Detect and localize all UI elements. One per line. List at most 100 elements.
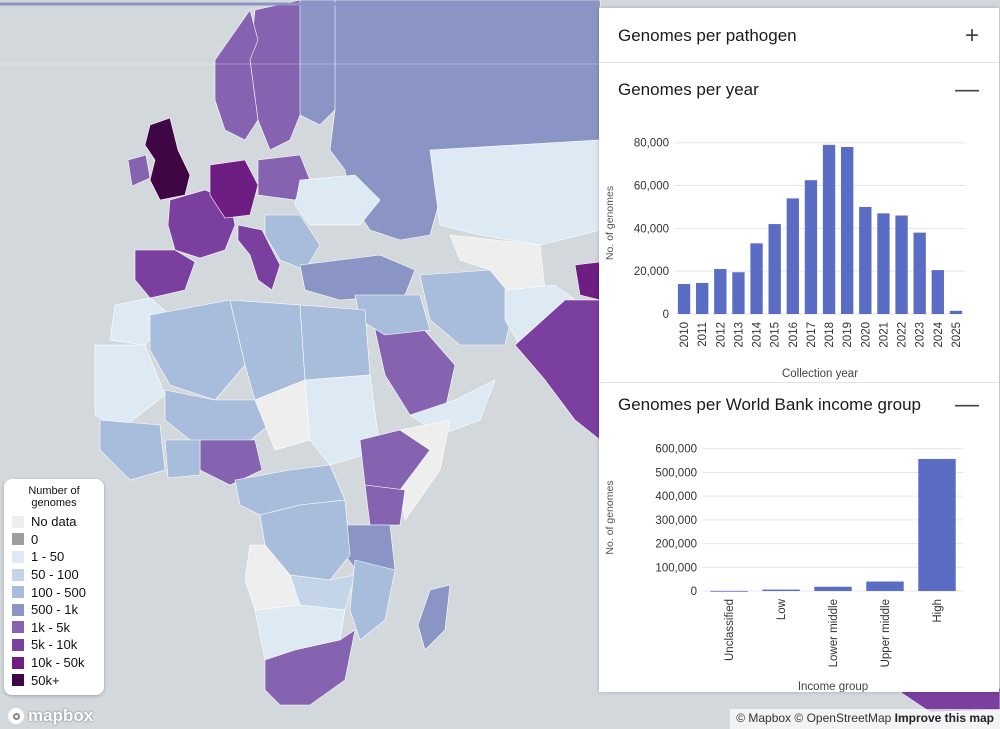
legend-item: 500 - 1k — [12, 601, 104, 619]
x-tick-label: 2015 — [770, 322, 782, 348]
legend-label: 50 - 100 — [31, 567, 79, 583]
legend-label: 1 - 50 — [31, 549, 65, 565]
mapbox-icon — [8, 708, 24, 724]
y-tick-label: 100,000 — [655, 562, 697, 574]
section-header-year[interactable]: Genomes per year — — [618, 78, 979, 102]
x-tick-label: 2022 — [897, 322, 909, 348]
x-tick-label: Upper middle — [880, 599, 892, 667]
chart-genomes-per-income: 0 100,000 200,000 300,000 400,000 500,000 600,… — [604, 444, 963, 692]
legend-label: 500 - 1k — [31, 602, 78, 618]
legend-label: 50k+ — [31, 672, 60, 688]
map-legend: Number of genomes No data 0 1 - 50 50 - 100… — [4, 479, 104, 695]
divider — [599, 382, 999, 383]
legend-title: Number of genomes — [28, 485, 80, 509]
x-axis-label: Income group — [798, 681, 868, 692]
legend-item: 50k+ — [12, 671, 104, 689]
bar[interactable] — [714, 269, 727, 314]
x-tick-label: 2019 — [842, 322, 854, 348]
legend-swatch — [12, 638, 24, 651]
collapse-icon[interactable]: — — [955, 78, 979, 102]
y-tick-label: 200,000 — [655, 539, 697, 551]
country-kenya — [364, 484, 406, 526]
y-axis-label: No. of genomes — [604, 480, 616, 554]
attrib-mapbox-link[interactable]: © Mapbox — [736, 711, 791, 725]
x-tick-label: 2023 — [915, 322, 927, 348]
legend-swatch — [12, 515, 24, 528]
bar[interactable] — [866, 581, 904, 591]
map-attribution: © Mapbox © OpenStreetMap Improve this ma… — [730, 709, 1000, 729]
country-finland — [294, 0, 336, 126]
mapbox-logo[interactable]: mapbox — [8, 706, 93, 726]
x-tick-label: 2024 — [933, 321, 945, 347]
legend-item: 0 — [12, 531, 104, 549]
mapbox-logo-text: mapbox — [28, 706, 94, 725]
y-tick-label: 300,000 — [655, 515, 697, 527]
legend-label: 10k - 50k — [31, 655, 85, 671]
x-tick-label: 2010 — [679, 322, 691, 348]
x-tick-label: High — [932, 599, 944, 623]
bar[interactable] — [877, 213, 890, 314]
collapse-icon[interactable]: — — [955, 393, 979, 417]
bar[interactable] — [762, 589, 800, 591]
country-ghana — [164, 439, 201, 479]
legend-swatch — [12, 603, 24, 616]
legend-item: No data — [12, 513, 104, 531]
x-tick-label: Unclassified — [724, 599, 736, 661]
y-axis-label: No. of genomes — [604, 186, 616, 260]
legend-item: 1k - 5k — [12, 619, 104, 637]
y-tick-label: 500,000 — [655, 467, 697, 479]
x-tick-label: 2012 — [715, 322, 727, 348]
legend-item: 5k - 10k — [12, 636, 104, 654]
x-tick-label: 2013 — [733, 322, 745, 348]
y-tick-label: 80,000 — [634, 138, 669, 150]
bar[interactable] — [804, 180, 818, 314]
bar[interactable] — [750, 243, 763, 314]
bar[interactable] — [859, 206, 872, 314]
bar[interactable] — [931, 270, 944, 314]
chart-genomes-per-year: 0 20,000 40,000 60,000 80,000 No. of genomes 2… — [604, 138, 965, 380]
section-title-income: Genomes per World Bank income group — [618, 395, 922, 414]
bar[interactable] — [786, 198, 799, 314]
bar[interactable] — [732, 272, 745, 314]
x-tick-label: Low — [776, 598, 788, 620]
section-title-pathogen: Genomes per pathogen — [618, 26, 797, 45]
legend-swatch — [12, 674, 24, 687]
bar[interactable] — [696, 282, 709, 314]
x-tick-label: 2021 — [878, 322, 890, 348]
legend-label: No data — [31, 514, 77, 530]
bar[interactable] — [949, 310, 963, 314]
legend-swatch — [12, 568, 24, 581]
bar[interactable] — [710, 590, 748, 592]
y-tick-label: 600,000 — [655, 444, 697, 456]
y-tick-label: 20,000 — [634, 266, 669, 278]
legend-swatch — [12, 656, 24, 669]
section-header-pathogen[interactable]: Genomes per pathogen + — [618, 24, 979, 48]
y-tick-label: 60,000 — [634, 181, 669, 193]
improve-map-link[interactable]: Improve this map — [895, 711, 994, 725]
bar[interactable] — [895, 215, 908, 314]
bar[interactable] — [822, 144, 836, 314]
legend-item: 1 - 50 — [12, 548, 104, 566]
y-tick-label: 0 — [663, 309, 669, 321]
bar[interactable] — [677, 284, 691, 314]
stats-panel: Genomes per pathogen + Genomes per year … — [599, 8, 999, 692]
x-tick-label: Lower middle — [828, 599, 840, 667]
bar[interactable] — [918, 458, 956, 591]
y-tick-label: 40,000 — [634, 223, 669, 235]
legend-swatch — [12, 533, 24, 546]
bar[interactable] — [841, 146, 854, 314]
bar[interactable] — [913, 232, 926, 314]
legend-label: 0 — [31, 531, 39, 547]
legend-item: 10k - 50k — [12, 654, 104, 672]
legend-label: 1k - 5k — [31, 619, 71, 635]
attrib-osm-link[interactable]: © OpenStreetMap — [794, 711, 891, 725]
legend-swatch — [12, 550, 24, 563]
country-egypt — [299, 304, 371, 381]
section-header-income[interactable]: Genomes per World Bank income group — — [618, 393, 979, 417]
bar[interactable] — [768, 224, 781, 314]
legend-item: 50 - 100 — [12, 566, 104, 584]
x-tick-label: 2016 — [788, 322, 800, 348]
bar[interactable] — [814, 586, 852, 591]
legend-item: 100 - 500 — [12, 583, 104, 601]
expand-icon[interactable]: + — [965, 24, 979, 48]
